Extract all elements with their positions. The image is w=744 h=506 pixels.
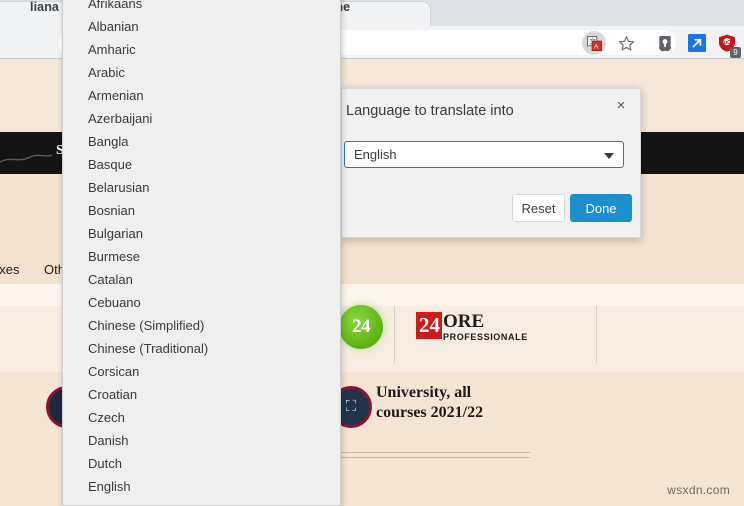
green-24-badge-icon: 24 — [339, 305, 383, 349]
translate-icon[interactable]: 文 A — [582, 31, 606, 55]
translate-popup-title: Language to translate into — [346, 103, 514, 119]
language-option[interactable]: Cebuano — [63, 291, 340, 314]
language-option[interactable]: Chinese (Traditional) — [63, 337, 340, 360]
language-option[interactable]: Burmese — [63, 245, 340, 268]
watermark-label: wsxdn.com — [667, 483, 730, 497]
language-option[interactable]: Azerbaijani — [63, 107, 340, 130]
language-option[interactable]: Bulgarian — [63, 222, 340, 245]
language-option[interactable]: Danish — [63, 429, 340, 452]
language-option[interactable]: Croatian — [63, 383, 340, 406]
language-option[interactable]: Corsican — [63, 360, 340, 383]
language-dropdown-list[interactable]: Afrikaans Albanian Amharic Arabic Armenian Az… — [62, 0, 341, 506]
star-glyph-icon — [618, 35, 634, 51]
translate-popup: Language to translate into × English Res… — [341, 88, 641, 238]
ore-logo-subtitle: PROFESSIONALE — [443, 332, 528, 342]
language-option[interactable]: Belarusian — [63, 176, 340, 199]
language-option[interactable]: English — [63, 475, 340, 498]
language-option[interactable]: Amharic — [63, 38, 340, 61]
university-crest-glyph: ⛶ — [345, 399, 357, 415]
bookmark-star-icon[interactable] — [615, 32, 637, 54]
done-button[interactable]: Done — [570, 194, 632, 222]
translate-glyph-icon: 文 A — [586, 35, 602, 51]
language-option[interactable]: Dutch — [63, 452, 340, 475]
language-option[interactable]: Bangla — [63, 130, 340, 153]
language-option[interactable]: Bosnian — [63, 199, 340, 222]
language-option[interactable]: Chinese (Simplified) — [63, 314, 340, 337]
adblock-shield-icon[interactable]: uO 9 — [716, 32, 741, 58]
open-external-icon[interactable] — [686, 32, 708, 54]
language-select-value: English — [354, 147, 397, 162]
keyhole-glyph-icon — [659, 35, 671, 51]
close-icon[interactable]: × — [611, 95, 631, 115]
language-option[interactable]: Czech — [63, 406, 340, 429]
chevron-down-icon — [604, 153, 614, 159]
language-option[interactable]: Catalan — [63, 268, 340, 291]
language-select[interactable]: English — [344, 141, 624, 168]
language-option[interactable]: Armenian — [63, 84, 340, 107]
university-title-line2: courses 2021/22 — [376, 404, 484, 421]
svg-text:A: A — [594, 43, 599, 50]
card-divider-1 — [340, 452, 530, 453]
svg-text:uO: uO — [724, 40, 731, 46]
language-option[interactable]: Albanian — [63, 15, 340, 38]
university-title-line1: University, all — [376, 384, 472, 401]
logo-divider-left — [394, 306, 395, 364]
reset-button[interactable]: Reset — [512, 194, 565, 222]
external-arrow-glyph-icon — [688, 34, 706, 52]
password-manager-icon[interactable] — [654, 32, 676, 54]
language-option[interactable]: Basque — [63, 153, 340, 176]
decorative-squiggle-icon — [0, 154, 52, 163]
logo-divider-right — [596, 306, 597, 364]
ore-logo-number: 24 — [416, 312, 442, 339]
adblock-badge-count: 9 — [730, 47, 741, 58]
green-badge-label: 24 — [352, 316, 371, 337]
sole-24-ore-logo: 24 ORE PROFESSIONALE — [416, 312, 528, 342]
language-option[interactable]: Afrikaans — [63, 0, 340, 15]
nav-item-taxes[interactable]: axes — [0, 262, 19, 277]
card-divider-2 — [340, 457, 530, 458]
ore-logo-word: ORE — [443, 311, 485, 332]
language-option[interactable]: Arabic — [63, 61, 340, 84]
university-card-title: University, all courses 2021/22 — [376, 383, 576, 423]
